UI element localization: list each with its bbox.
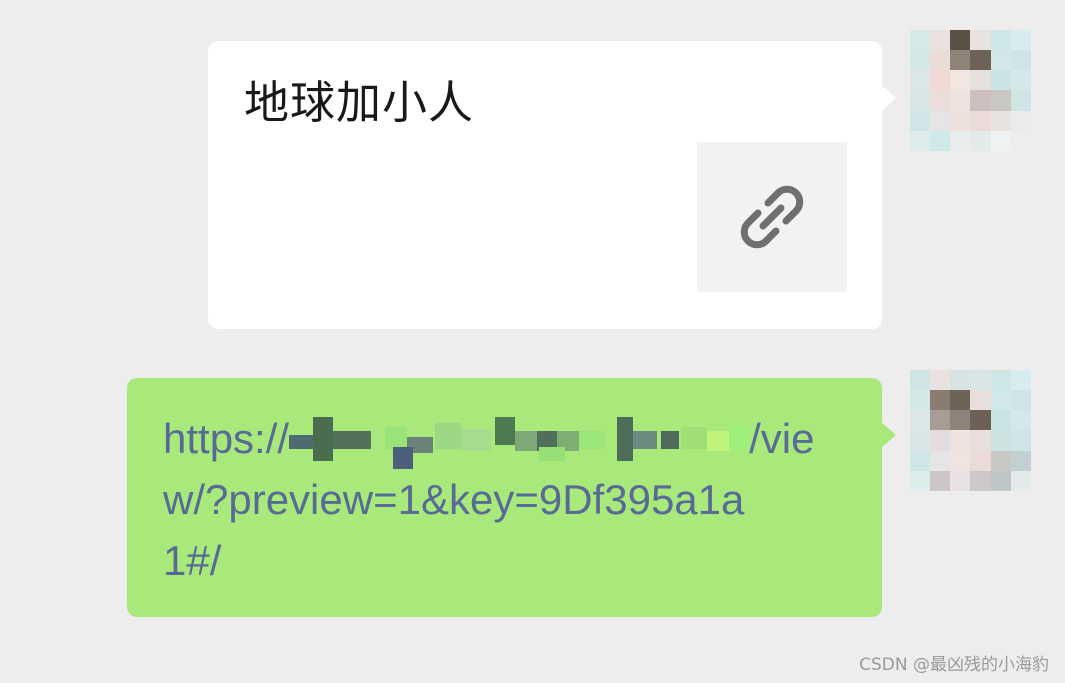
url-text-message[interactable]: https:///vie w/?preview=1&key=9Df395a1a … xyxy=(127,378,896,617)
mosaic-block xyxy=(681,427,708,449)
url-line-3: 1#/ xyxy=(163,537,222,584)
mosaic-block xyxy=(289,435,316,449)
mosaic-block xyxy=(633,431,658,449)
url-prefix: https:// xyxy=(163,415,290,462)
mosaic-block xyxy=(495,417,516,445)
sender-avatar[interactable] xyxy=(910,30,1031,151)
mosaic-block xyxy=(515,431,538,451)
mosaic-block xyxy=(313,417,334,461)
link-card-thumbnail xyxy=(697,142,847,292)
link-card-message[interactable]: 地球加小人 xyxy=(208,41,896,329)
mosaic-block xyxy=(617,417,634,461)
sender-avatar[interactable] xyxy=(910,370,1031,491)
mosaic-block xyxy=(435,423,462,449)
url-line-1: https:// /vie xyxy=(163,408,853,469)
mosaic-block xyxy=(539,447,566,461)
mosaic-block xyxy=(461,429,492,451)
mosaic-block xyxy=(393,447,414,469)
mosaic-block xyxy=(707,431,730,451)
redacted-mosaic xyxy=(289,417,750,469)
mosaic-block xyxy=(333,431,372,449)
url-line-2: w/?preview=1&key=9Df395a1a xyxy=(163,476,745,523)
link-icon xyxy=(740,185,804,249)
url-line-1-suffix: /vie xyxy=(749,415,815,462)
mosaic-block xyxy=(385,427,408,449)
link-card-title: 地球加小人 xyxy=(244,76,475,129)
mosaic-block xyxy=(661,431,680,449)
mosaic-block xyxy=(579,431,606,449)
url-link[interactable]: https:///vie w/?preview=1&key=9Df395a1a … xyxy=(163,408,853,591)
watermark: CSDN @最凶残的小海豹 xyxy=(859,655,1049,675)
mosaic-block xyxy=(729,425,750,449)
